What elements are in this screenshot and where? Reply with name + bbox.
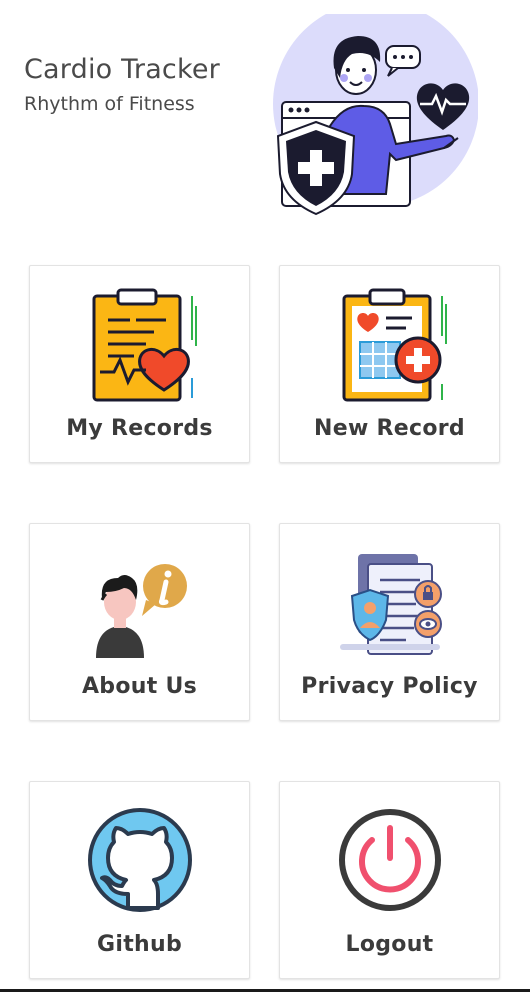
clipboard-add-icon	[342, 288, 447, 402]
power-icon	[338, 809, 441, 911]
github-icon	[87, 808, 192, 912]
github-label: Github	[97, 932, 182, 957]
logout-card[interactable]: Logout	[279, 781, 500, 979]
app-subtitle: Rhythm of Fitness	[24, 93, 195, 115]
clipboard-heart-icon	[92, 288, 197, 402]
new-record-label: New Record	[314, 416, 465, 441]
github-card[interactable]: Github	[29, 781, 250, 979]
about-us-label: About Us	[81, 674, 198, 699]
person-info-icon	[95, 564, 187, 658]
my-records-card[interactable]: My Records	[29, 265, 250, 463]
logout-label: Logout	[345, 932, 434, 957]
my-records-label: My Records	[66, 416, 213, 441]
new-record-card[interactable]: New Record	[279, 265, 500, 463]
privacy-document-icon	[339, 554, 442, 655]
about-us-card[interactable]: About Us	[29, 523, 250, 721]
privacy-policy-label: Privacy Policy	[301, 674, 478, 699]
app-header: Cardio Tracker Rhythm of Fitness	[0, 0, 530, 230]
privacy-policy-card[interactable]: Privacy Policy	[279, 523, 500, 721]
app-title: Cardio Tracker	[24, 54, 220, 85]
hero-illustration	[273, 14, 478, 216]
